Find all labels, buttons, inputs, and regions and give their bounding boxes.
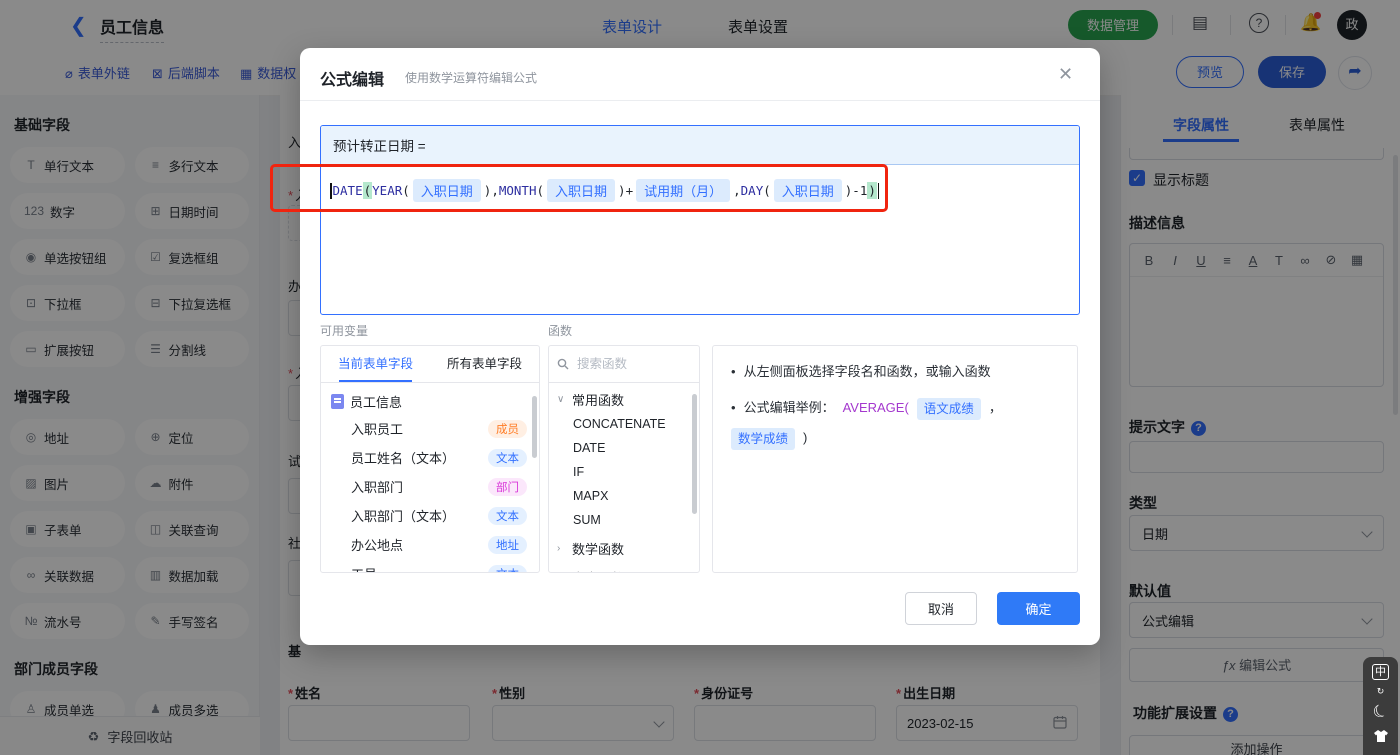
confirm-button[interactable]: 确定	[997, 592, 1080, 625]
divider	[300, 100, 1100, 101]
formula-text: (	[763, 183, 771, 198]
example-function-name: AVERAGE(	[842, 400, 909, 415]
formula-function-name: DATE	[332, 183, 363, 198]
tips-panel: • 从左侧面板选择字段名和函数，或输入函数 • 公式编辑举例： AVERAGE( …	[712, 345, 1078, 573]
variable-type-badge: 文本	[488, 448, 527, 467]
formula-text: ),	[483, 183, 499, 198]
variable-type-badge: 部门	[488, 477, 527, 496]
function-group-label: 文本函数	[572, 568, 624, 572]
formula-text: )	[867, 182, 877, 199]
search-icon	[557, 358, 569, 370]
scrollbar-thumb[interactable]	[532, 396, 537, 458]
formula-editor-modal: 公式编辑 使用数学运算符编辑公式 ✕ 预计转正日期 = DATE(YEAR(入职…	[300, 48, 1100, 645]
modal-subtitle: 使用数学运算符编辑公式	[405, 71, 538, 85]
variables-panel: 当前表单字段 所有表单字段 员工信息 入职员工 成员 员工姓名（文本） 文本 入职部门部…	[320, 345, 540, 573]
scrollbar-thumb[interactable]	[692, 394, 697, 514]
formula-text: )-1	[844, 183, 868, 198]
variable-name: 入职员工	[351, 422, 404, 437]
formula-input-area[interactable]: 预计转正日期 = DATE(YEAR(入职日期), MONTH(入职日期)+ 试用期…	[320, 125, 1080, 315]
formula-function-name: MONTH	[498, 183, 537, 198]
function-group-数学函数[interactable]: › 数学函数	[549, 532, 699, 561]
bullet-icon: •	[731, 364, 736, 379]
function-group-文本函数[interactable]: › 文本函数	[549, 561, 699, 573]
chevron-right-icon: ›	[557, 572, 567, 573]
formula-function-name: DAY	[740, 183, 764, 198]
variable-row[interactable]: 入职部门 部门	[321, 472, 539, 501]
example-field-chip: 数学成绩	[731, 428, 796, 450]
function-group-label: 常用函数	[572, 393, 625, 408]
close-icon[interactable]: ✕	[1058, 64, 1073, 85]
formula-field-chip[interactable]: 试用期（月）	[636, 179, 731, 202]
form-icon	[331, 394, 344, 409]
modal-title: 公式编辑	[320, 72, 385, 89]
functions-panel: ∨ 常用函数 CONCATENATEDATEIFMAPXSUM › 数学函数 › 文本函数	[548, 345, 700, 573]
function-item-CONCATENATE[interactable]: CONCATENATE	[549, 412, 699, 436]
function-group-常用函数[interactable]: ∨ 常用函数	[549, 383, 699, 412]
formula-text: (	[402, 183, 410, 198]
chevron-down-icon: ∨	[557, 394, 565, 405]
bullet-icon: •	[731, 400, 736, 415]
function-search-input[interactable]	[575, 356, 679, 372]
formula-text: (	[536, 183, 545, 198]
function-item-MAPX[interactable]: MAPX	[549, 484, 699, 508]
tip-line-2: • 公式编辑举例： AVERAGE( 语文成绩 ， 数学成绩 )	[731, 398, 1059, 450]
variable-name: 办公地点	[351, 538, 404, 553]
function-group-label: 数学函数	[572, 542, 625, 557]
text-cursor	[877, 182, 880, 199]
variable-type-badge: 成员	[488, 419, 527, 438]
function-search[interactable]	[549, 346, 699, 383]
floating-tools-widget[interactable]: 中 ↻ ☾	[1363, 657, 1398, 755]
variable-row[interactable]: 入职部门（文本） 文本	[321, 501, 539, 530]
dark-mode-moon-icon[interactable]: ☾	[1369, 700, 1391, 725]
sync-icon[interactable]: ↻	[1377, 687, 1385, 696]
variables-tabs: 当前表单字段 所有表单字段	[321, 346, 539, 383]
function-item-IF[interactable]: IF	[549, 460, 699, 484]
tab-current-form-fields[interactable]: 当前表单字段	[321, 346, 430, 382]
formula-field-chip[interactable]: 入职日期	[547, 179, 616, 202]
formula-target-field: 预计转正日期 =	[321, 126, 1079, 165]
formula-field-chip[interactable]: 入职日期	[773, 179, 842, 202]
formula-text: ,	[733, 183, 741, 198]
variable-name: 入职部门	[351, 480, 404, 495]
variable-row[interactable]: 办公地点 地址	[321, 530, 539, 559]
theme-shirt-icon[interactable]	[1373, 729, 1389, 743]
text-cursor	[330, 182, 332, 199]
functions-label: 函数	[548, 324, 573, 338]
variable-name: 员工姓名（文本）	[351, 451, 456, 466]
variable-row[interactable]: 入职员工 成员	[321, 414, 539, 443]
formula-text: (	[362, 182, 373, 199]
formula-text: )+	[618, 183, 634, 198]
form-node[interactable]: 员工信息	[321, 383, 539, 414]
chevron-right-icon: ›	[557, 543, 561, 554]
tip-line-1: • 从左侧面板选择字段名和函数，或输入函数	[731, 362, 1059, 382]
screen: ❮ 员工信息 表单设计 表单设置 数据管理 ▤ ? 🔔 政 ⌀ 表单外链 ⊠ 后端脚…	[0, 0, 1400, 755]
language-toggle-icon[interactable]: 中	[1372, 664, 1389, 680]
cancel-button[interactable]: 取消	[905, 592, 977, 625]
formula-expression[interactable]: DATE(YEAR(入职日期), MONTH(入职日期)+ 试用期（月）, DAY(入…	[321, 165, 1079, 216]
formula-field-chip[interactable]: 入职日期	[412, 179, 481, 202]
variable-row[interactable]: 工号 文本	[321, 559, 539, 572]
variable-type-badge: 地址	[488, 535, 527, 554]
formula-function-name: YEAR	[372, 183, 403, 198]
variables-label: 可用变量	[320, 324, 369, 338]
variable-type-badge: 文本	[488, 564, 527, 572]
tab-all-form-fields[interactable]: 所有表单字段	[430, 346, 539, 382]
variable-type-badge: 文本	[488, 506, 527, 525]
function-item-SUM[interactable]: SUM	[549, 508, 699, 532]
example-field-chip: 语文成绩	[916, 398, 981, 420]
variable-name: 入职部门（文本）	[351, 509, 456, 524]
function-item-DATE[interactable]: DATE	[549, 436, 699, 460]
variable-row[interactable]: 员工姓名（文本） 文本	[321, 443, 539, 472]
variable-name: 工号	[351, 564, 377, 572]
